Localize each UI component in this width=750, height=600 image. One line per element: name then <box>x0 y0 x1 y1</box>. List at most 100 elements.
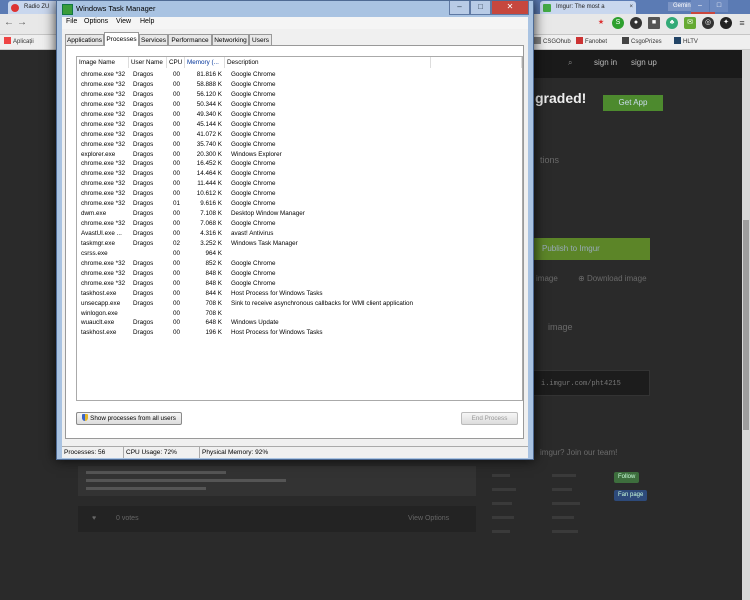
process-row[interactable]: chrome.exe *32 Dragos 00 852 K Google Chrome <box>77 259 522 269</box>
process-list[interactable]: Image Name User Name CPU Memory (... Des… <box>76 56 523 401</box>
view-options-button[interactable]: View Options <box>408 515 449 522</box>
process-row[interactable]: chrome.exe *32 Dragos 00 14.464 K Google Chr… <box>77 169 522 179</box>
process-description: Google Chrome <box>231 269 276 277</box>
column-description[interactable]: Description <box>225 57 431 68</box>
post-actions-row: ♥ 0 votes View Options <box>78 506 476 532</box>
process-row[interactable]: unsecapp.exe Dragos 00 708 K Sink to receive… <box>77 299 522 309</box>
bookmark-item[interactable]: CSGOhub <box>534 37 571 45</box>
browser-tab-imgur[interactable]: Imgur: The most a × <box>540 1 636 14</box>
process-row[interactable]: chrome.exe *32 Dragos 00 35.740 K Google Chr… <box>77 140 522 150</box>
minimize-icon[interactable]: – <box>691 0 709 12</box>
task-manager-body: Applications Processes Services Performa… <box>62 29 528 446</box>
process-cpu: 00 <box>173 319 181 327</box>
column-user-name[interactable]: User Name <box>129 57 167 68</box>
extension-chat-icon[interactable]: ✉ <box>684 17 696 29</box>
sign-in-link[interactable]: sign in <box>594 58 617 67</box>
process-row[interactable]: wuauclt.exe Dragos 00 648 K Windows Update <box>77 318 522 328</box>
bookmark-star-icon[interactable]: ★ <box>595 17 607 29</box>
process-row[interactable]: chrome.exe *32 Dragos 00 848 K Google Chrome <box>77 279 522 289</box>
menu-file[interactable]: File <box>66 18 77 25</box>
get-app-button[interactable]: Get App <box>603 95 663 111</box>
process-image-name: chrome.exe *32 <box>81 200 126 208</box>
title-bar[interactable]: Windows Task Manager – □ ✕ <box>57 1 533 17</box>
tab-users[interactable]: Users <box>249 34 272 45</box>
process-row[interactable]: explorer.exe Dragos 00 20.300 K Windows Expl… <box>77 150 522 160</box>
page-scrollbar[interactable] <box>742 50 750 600</box>
column-memory[interactable]: Memory (... <box>185 57 225 68</box>
process-row[interactable]: chrome.exe *32 Dragos 00 41.072 K Google Chr… <box>77 130 522 140</box>
forward-arrow-icon[interactable]: → <box>17 17 30 28</box>
process-memory: 41.072 K <box>196 130 222 138</box>
minimize-icon[interactable]: – <box>449 1 470 15</box>
bookmark-item[interactable]: HLTV <box>674 37 698 45</box>
process-user-name: Dragos <box>133 180 154 188</box>
menu-view[interactable]: View <box>116 18 131 25</box>
extension-icon[interactable]: ● <box>630 17 642 29</box>
tab-performance[interactable]: Performance <box>168 34 212 45</box>
download-image-label: Download image <box>586 274 647 283</box>
process-row[interactable]: chrome.exe *32 Dragos 00 848 K Google Chrome <box>77 269 522 279</box>
process-row[interactable]: chrome.exe *32 Dragos 00 50.344 K Google Chr… <box>77 100 522 110</box>
process-row[interactable]: chrome.exe *32 Dragos 00 16.452 K Google Chr… <box>77 159 522 169</box>
process-user-name: Dragos <box>133 299 154 307</box>
bookmark-item[interactable]: Aplicații <box>4 37 34 45</box>
process-row[interactable]: dwm.exe Dragos 00 7.108 K Desktop Window Man… <box>77 209 522 219</box>
process-row[interactable]: chrome.exe *32 Dragos 00 81.816 K Google Chr… <box>77 70 522 80</box>
process-row[interactable]: csrss.exe 00 964 K <box>77 249 522 259</box>
maximize-icon[interactable]: □ <box>470 1 491 15</box>
process-row[interactable]: chrome.exe *32 Dragos 00 7.068 K Google Chro… <box>77 219 522 229</box>
process-row[interactable]: chrome.exe *32 Dragos 00 10.612 K Google Chr… <box>77 189 522 199</box>
column-image-name[interactable]: Image Name <box>77 57 129 68</box>
process-row[interactable]: chrome.exe *32 Dragos 00 58.888 K Google Chr… <box>77 80 522 90</box>
maximize-icon[interactable]: □ <box>710 0 728 12</box>
process-memory: 7.108 K <box>200 210 222 218</box>
process-image-name: chrome.exe *32 <box>81 170 126 178</box>
bookmark-item[interactable]: CsgoPrizes <box>622 37 662 45</box>
image-url-field[interactable]: i.imgur.com/pht4215 <box>532 370 650 396</box>
scrollbar-thumb[interactable] <box>743 220 749 430</box>
process-image-name: csrss.exe <box>81 249 108 257</box>
tab-applications[interactable]: Applications <box>65 34 104 45</box>
process-row[interactable]: winlogon.exe 00 708 K <box>77 309 522 319</box>
menu-options[interactable]: Options <box>84 18 108 25</box>
browser-tab-radio[interactable]: Radio ZU <box>8 1 60 14</box>
tab-processes[interactable]: Processes <box>104 32 139 46</box>
task-manager-window: Windows Task Manager – □ ✕ File Options Vi… <box>56 0 534 460</box>
show-all-processes-button[interactable]: Show processes from all users <box>76 412 182 425</box>
column-cpu[interactable]: CPU <box>167 57 185 68</box>
menu-icon[interactable]: ≡ <box>736 17 748 29</box>
bookmark-item[interactable]: Fanobet <box>576 37 607 45</box>
tab-networking[interactable]: Networking <box>212 34 249 45</box>
end-process-button[interactable]: End Process <box>461 412 518 425</box>
process-row[interactable]: chrome.exe *32 Dragos 01 9.616 K Google Chro… <box>77 199 522 209</box>
download-image-link[interactable]: ⊕ Download image <box>578 274 647 283</box>
extension-leaf-icon[interactable]: ♣ <box>666 17 678 29</box>
process-row[interactable]: chrome.exe *32 Dragos 00 49.340 K Google Chr… <box>77 110 522 120</box>
process-row[interactable]: chrome.exe *32 Dragos 00 11.444 K Google Chr… <box>77 179 522 189</box>
process-row[interactable]: taskhost.exe Dragos 00 844 K Host Process fo… <box>77 289 522 299</box>
sign-up-link[interactable]: sign up <box>631 58 657 67</box>
search-icon[interactable]: ⌕ <box>568 58 572 68</box>
follow-button[interactable]: Follow <box>614 472 640 483</box>
image-link[interactable]: image <box>536 274 558 283</box>
process-row[interactable]: chrome.exe *32 Dragos 00 56.120 K Google Chr… <box>77 90 522 100</box>
process-memory: 648 K <box>205 319 222 327</box>
extension-s-icon[interactable]: S <box>612 17 624 29</box>
process-row[interactable]: taskmgr.exe Dragos 02 3.252 K Windows Task M… <box>77 239 522 249</box>
tab-services[interactable]: Services <box>139 34 168 45</box>
process-rows: chrome.exe *32 Dragos 00 81.816 K Google Chr… <box>77 70 522 338</box>
close-icon[interactable]: ✕ <box>491 1 529 15</box>
publish-button[interactable]: Publish to Imgur <box>532 238 650 260</box>
process-row[interactable]: chrome.exe *32 Dragos 00 45.144 K Google Chr… <box>77 120 522 130</box>
close-tab-icon[interactable]: × <box>629 1 633 14</box>
extension-globe-icon[interactable]: ◎ <box>702 17 714 29</box>
facebook-button[interactable]: Fan page <box>614 490 648 501</box>
extension-bolt-icon[interactable]: ✦ <box>720 17 732 29</box>
process-row[interactable]: taskhost.exe Dragos 00 196 K Host Process fo… <box>77 328 522 338</box>
menu-help[interactable]: Help <box>140 18 154 25</box>
process-row[interactable]: AvastUI.exe ... Dragos 00 4.316 K avast! Ant… <box>77 229 522 239</box>
heart-icon[interactable]: ♥ <box>92 515 96 522</box>
back-arrow-icon[interactable]: ← <box>4 17 17 28</box>
process-cpu: 02 <box>173 239 181 247</box>
extension-box-icon[interactable]: ■ <box>648 17 660 29</box>
